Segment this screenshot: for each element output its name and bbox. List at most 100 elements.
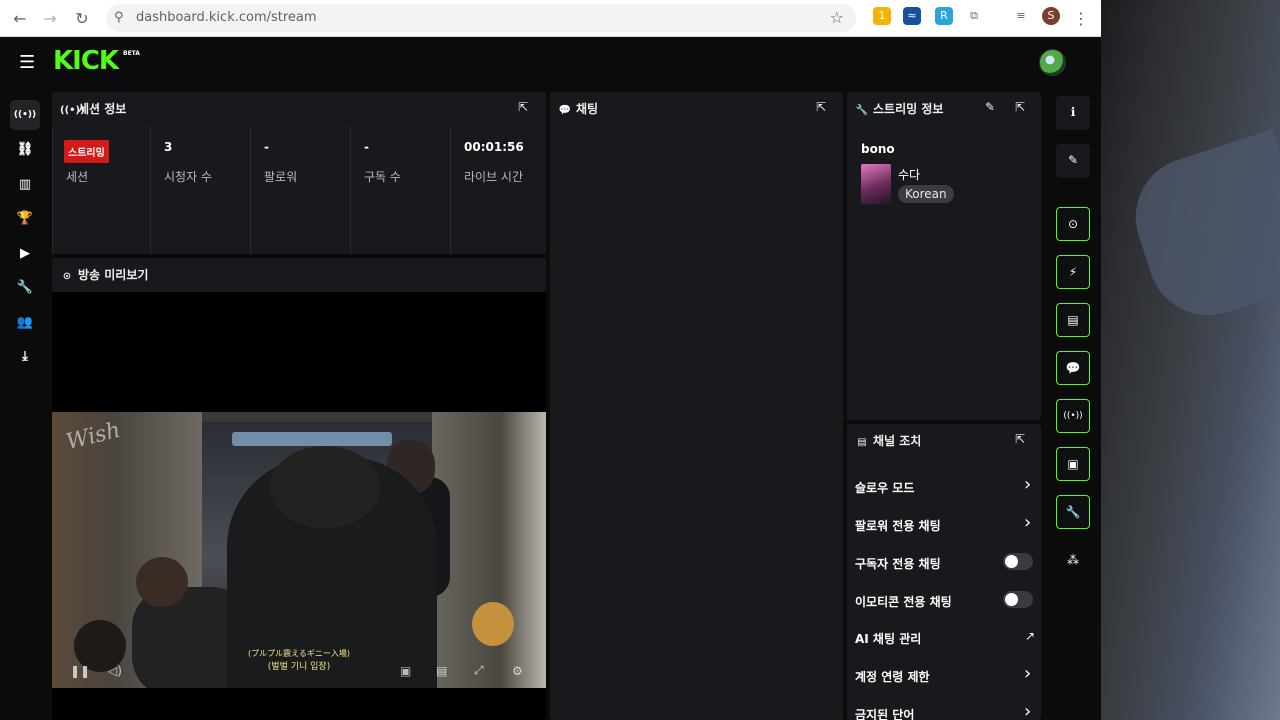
stat-session: 스트리밍 세션 [52,126,150,254]
action-slow-mode[interactable]: 슬로우 모드 › [855,471,1035,501]
stat-value: - [264,140,269,154]
nav-achievements-icon[interactable]: 🏆 [10,204,40,234]
media-control-icon[interactable]: ≡ [1012,7,1030,25]
back-button[interactable]: ← [8,7,32,31]
stat-subscribers: - 구독 수 [350,126,450,254]
rail-wrench-icon[interactable]: 🔧 [1056,495,1090,529]
extensions-puzzle-icon[interactable]: ⧉ [965,7,983,25]
url-text[interactable]: dashboard.kick.com/stream [136,10,317,25]
action-label: 이모티콘 전용 채팅 [855,595,952,609]
chevron-right-icon[interactable]: › [1024,663,1031,684]
forward-button[interactable]: → [38,7,62,31]
action-account-age[interactable]: 계정 연령 제한 › [855,660,1035,690]
stream-category[interactable]: 수다 [898,166,920,183]
language-tag[interactable]: Korean [898,185,954,203]
broadcast-icon: ((•)) [60,105,85,116]
rail-preview-icon[interactable]: ⊙ [1056,207,1090,241]
wrench-icon: 🔧 [855,105,869,116]
action-label: 구독자 전용 채팅 [855,557,941,571]
user-avatar[interactable] [1039,49,1066,76]
nav-links-icon[interactable]: ⛓ [10,135,40,165]
address-bar[interactable]: ⚲ dashboard.kick.com/stream ☆ [106,4,856,32]
popout-icon[interactable]: ⇱ [1015,432,1025,446]
stat-label: 라이브 시간 [464,170,524,184]
action-ai-moderation[interactable]: AI 채팅 관리 ↗ [855,622,1035,652]
pause-icon[interactable]: ❚❚ [70,664,90,678]
channel-actions-title: ▤ 채널 조치 [855,432,921,449]
chevron-right-icon[interactable]: › [1024,512,1031,533]
stat-followers: - 팔로워 [250,126,350,254]
settings-gear-icon[interactable]: ⚙ [512,664,523,678]
extension-wave-icon[interactable]: ≈ [903,7,921,25]
pip-icon[interactable]: ▣ [400,664,411,678]
hamburger-menu-icon[interactable]: ☰ [19,52,35,73]
stat-live-time: 00:01:56 라이브 시간 [450,126,546,254]
stream-info-title: 🔧 스트리밍 정보 [855,102,944,116]
site-info-icon[interactable]: ⚲ [114,10,124,25]
rail-broadcast-icon[interactable]: ((•)) [1056,399,1090,433]
action-label: 계정 연령 제한 [855,670,930,684]
video-subtitle-ja: (プルプル震えるギニー入場) [247,649,350,658]
preview-title: ⊙ 방송 미리보기 [60,266,149,283]
info-icon[interactable]: ℹ [1056,96,1090,130]
stat-value: - [364,140,369,154]
rail-lightning-icon[interactable]: ⚡ [1056,255,1090,289]
browser-menu-icon[interactable]: ⋮ [1069,7,1093,31]
stat-value: 00:01:56 [464,140,524,154]
kick-logo[interactable]: KICK [53,46,119,76]
stat-label: 팔로워 [264,170,298,184]
chevron-right-icon[interactable]: › [1024,701,1031,720]
rail-chat-icon[interactable]: 💬 [1056,351,1090,385]
scene-person [136,557,188,607]
popout-icon[interactable]: ⇱ [1015,100,1025,114]
kick-dashboard: ☰ KICK BETA ((•)) ⛓ ▥ 🏆 ▶ 🔧 👥 ⤓ ((•))세션 … [1,38,1101,720]
stat-viewers: 3 시청자 수 [150,126,250,254]
scene-light [232,432,392,446]
chat-bubble-icon: 💬 [558,105,572,116]
chat-panel: 💬 채팅 ⇱ [550,92,843,720]
rail-notes-icon[interactable]: ▤ [1056,303,1090,337]
action-subscribers-only[interactable]: 구독자 전용 채팅 [855,547,1035,577]
edit-layout-icon[interactable]: ✎ [1056,144,1090,178]
popout-icon[interactable]: ⇱ [518,100,528,114]
stat-value: 3 [164,140,173,154]
volume-icon[interactable]: ◁) [108,664,122,678]
nav-videos-icon[interactable]: ▶ [10,239,40,269]
stat-label: 시청자 수 [164,170,212,184]
action-banned-words[interactable]: 금지된 단어 › [855,698,1035,720]
action-label: AI 채팅 관리 [855,632,922,646]
reload-button[interactable]: ↻ [70,7,94,31]
preview-panel-header: ⊙ 방송 미리보기 [52,258,546,292]
nav-upload-icon[interactable]: ⤓ [10,342,40,372]
popout-icon[interactable]: ⇱ [816,100,826,114]
chat-title: 💬 채팅 [558,102,599,116]
emote-only-toggle[interactable] [1003,591,1033,608]
action-emote-only[interactable]: 이모티콘 전용 채팅 [855,585,1035,615]
theater-icon[interactable]: ▤ [436,664,447,678]
session-info-panel: ((•))세션 정보 ⇱ 스트리밍 세션 3 시청자 수 - 팔로워 - 구독 … [52,92,546,254]
nav-stream-icon[interactable]: ((•)) [10,100,40,130]
fullscreen-icon[interactable]: ⤢ [474,663,484,678]
edit-pencil-icon[interactable]: ✎ [985,100,995,114]
stream-preview-video[interactable]: Wish (プルプル震えるギニー入場) (벌벌 기니 입장) ❚❚ ◁) ▣ ▤… [52,412,546,688]
action-label: 슬로우 모드 [855,481,915,495]
nav-analytics-icon[interactable]: ▥ [10,170,40,200]
profile-avatar[interactable]: S [1042,7,1060,25]
chevron-right-icon[interactable]: › [1024,474,1031,495]
rail-channel-actions-icon[interactable]: ▣ [1056,447,1090,481]
nav-tools-icon[interactable]: 🔧 [10,273,40,303]
action-label: 금지된 단어 [855,708,915,720]
nav-community-icon[interactable]: 👥 [10,308,40,338]
external-link-icon[interactable]: ↗ [1025,629,1035,643]
stat-label: 세션 [66,170,89,184]
extension-r-icon[interactable]: R [935,7,953,25]
bookmark-star-icon[interactable]: ☆ [830,8,844,27]
subscribers-only-toggle[interactable] [1003,553,1033,570]
rail-more-icon[interactable]: ⁂ [1056,544,1090,578]
preview-letterbox [52,292,546,412]
extension-badge-icon[interactable]: 1 [873,7,891,25]
background-video-edge [1101,0,1280,720]
scene-person [270,446,380,528]
scene-person [472,602,514,646]
action-followers-only[interactable]: 팔로워 전용 채팅 › [855,509,1035,539]
